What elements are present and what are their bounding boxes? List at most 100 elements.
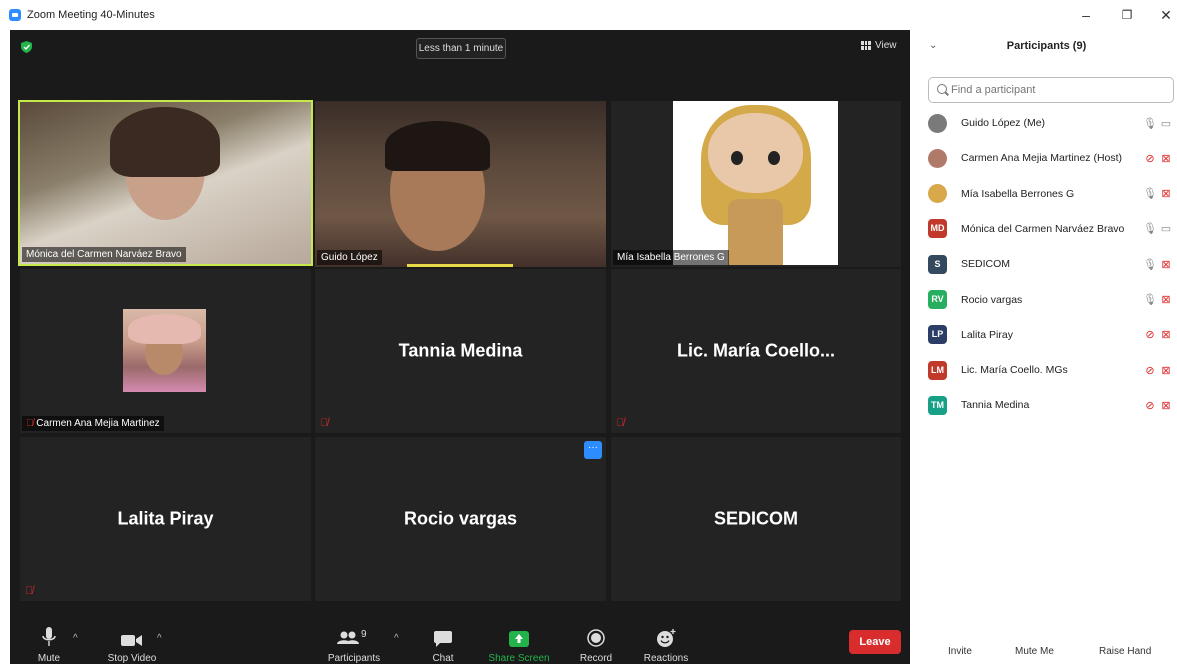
participant-row[interactable]: LM Lic. María Coello. MGs ⊘ ⊠ [928,357,1174,383]
more-options-button[interactable]: ··· [584,441,602,459]
tile-name: Tannia Medina [398,340,523,361]
avatar: RV [928,290,947,309]
avatar: TM [928,395,947,415]
participants-button[interactable]: 9 Participants [323,629,385,664]
avatar: LM [928,360,947,380]
tile-name: SEDICOM [713,508,798,529]
participant-profile-image [123,309,206,392]
microphone-icon[interactable]: 🎙 [1142,222,1158,235]
muted-mic-icon: 🎙̸ [26,418,34,429]
video-off-icon[interactable]: ⊠ [1158,152,1174,165]
video-off-icon[interactable]: ⊠ [1158,293,1174,306]
panel-title: Participants (9) [1006,40,1087,52]
participant-search-input[interactable] [928,77,1174,103]
video-tile[interactable]: Mía Isabella Berrones G [611,101,901,267]
restore-button[interactable]: ❐ [1116,8,1138,22]
zoom-app-icon [9,9,21,21]
search-icon [937,84,947,94]
microphone-icon[interactable]: 🎙 [1142,258,1158,271]
video-tile[interactable]: Lic. María Coello... 🎙̸ [611,269,901,433]
avatar [928,184,947,204]
minimize-button[interactable]: – [1075,8,1097,22]
share-screen-button[interactable]: Share Screen [487,631,551,664]
view-button[interactable]: View [861,40,897,51]
chat-icon [434,631,452,647]
participant-row[interactable]: TM Tannia Medina ⊘ ⊠ [928,392,1174,418]
avatar: MD [928,219,947,239]
audio-options-caret-icon[interactable]: ^ [73,633,78,644]
participants-icon [337,631,359,644]
microphone-icon [42,627,56,646]
muted-mic-icon: 🎙̸ [25,585,34,597]
participant-name: SEDICOM [961,258,1011,271]
participants-count: 9 [361,629,367,640]
meeting-toolbar: Mute ^ Stop Video ^ 9 Participants ^ Cha… [10,614,910,664]
close-button[interactable]: ✕ [1155,8,1177,22]
video-camera-icon [121,635,142,646]
video-tile[interactable]: SEDICOM [611,437,901,601]
leave-button[interactable]: Leave [849,630,901,654]
microphone-icon[interactable]: 🎙 [1142,293,1158,306]
video-off-icon[interactable]: ⊠ [1158,328,1174,341]
participant-profile-image [673,101,838,265]
muted-mic-icon[interactable]: ⊘ [1142,152,1158,165]
video-tile[interactable]: 🎙̸ Carmen Ana Mejia Martinez [20,269,311,433]
video-options-caret-icon[interactable]: ^ [157,633,162,644]
chat-button[interactable]: Chat [426,631,460,664]
video-tile[interactable]: Guido López [315,101,606,267]
muted-mic-icon[interactable]: ⊘ [1142,364,1158,377]
view-label: View [875,40,897,51]
muted-mic-icon[interactable]: ⊘ [1142,399,1158,412]
participant-name: Tannia Medina [961,399,1030,412]
participant-row[interactable]: S SEDICOM 🎙 ⊠ [928,251,1174,277]
security-shield-icon[interactable] [21,41,32,53]
participant-name: Mía Isabella Berrones G [961,187,1075,200]
stop-video-button[interactable]: Stop Video [102,633,162,664]
participant-name: Carmen Ana Mejia Martinez (Host) [961,152,1123,165]
participant-row[interactable]: MD Mónica del Carmen Narváez Bravo 🎙 ▭ [928,216,1174,242]
participant-name: Mónica del Carmen Narváez Bravo [961,222,1125,235]
video-off-icon[interactable]: ⊠ [1158,364,1174,377]
tile-name: Lic. María Coello... [676,340,836,361]
mute-me-button[interactable]: Mute Me [1007,642,1062,662]
emoji-reaction-icon [657,629,676,647]
record-button[interactable]: Record [576,629,616,664]
mute-button[interactable]: Mute [32,627,66,664]
video-off-icon[interactable]: ⊠ [1158,258,1174,271]
invite-button[interactable]: Invite [940,642,980,662]
microphone-icon[interactable]: 🎙 [1142,117,1158,130]
reactions-button[interactable]: Reactions [640,629,692,664]
participant-row[interactable]: RV Rocio vargas 🎙 ⊠ [928,287,1174,313]
participants-options-caret-icon[interactable]: ^ [394,633,399,644]
video-off-icon[interactable]: ⊠ [1158,187,1174,200]
window-title: Zoom Meeting 40-Minutes [27,9,155,21]
raise-hand-button[interactable]: Raise Hand [1091,642,1159,662]
record-icon [587,629,605,647]
avatar [928,148,947,168]
participant-row[interactable]: Carmen Ana Mejia Martinez (Host) ⊘ ⊠ [928,145,1174,171]
share-screen-icon [509,631,529,647]
participants-panel: ⌄ Participants (9) Guido López (Me)🎙▭Car… [916,30,1177,664]
video-camera-icon[interactable]: ▭ [1158,222,1174,235]
meeting-timer: Less than 1 minute [416,38,506,59]
avatar: S [928,254,947,274]
title-bar: Zoom Meeting 40-Minutes – ❐ ✕ [0,0,1177,30]
microphone-icon[interactable]: 🎙 [1142,187,1158,200]
participant-name: Rocio vargas [961,293,1023,306]
tile-name: Rocio vargas [403,508,518,529]
participant-row[interactable]: Mía Isabella Berrones G 🎙 ⊠ [928,181,1174,207]
video-tile[interactable]: Lalita Piray 🎙̸ [20,437,311,601]
video-off-icon[interactable]: ⊠ [1158,399,1174,412]
participant-name: Lalita Piray [961,328,1013,341]
active-speaker-bar [407,264,513,267]
avatar: LP [928,325,947,345]
video-tile[interactable]: ··· Rocio vargas [315,437,606,601]
participant-row[interactable]: Guido López (Me) 🎙 ▭ [928,110,1174,136]
video-tile[interactable]: Tannia Medina 🎙̸ [315,269,606,433]
muted-mic-icon[interactable]: ⊘ [1142,328,1158,341]
participant-name: Lic. María Coello. MGs [961,364,1068,377]
tile-name: Mía Isabella Berrones G [613,250,729,265]
video-tile[interactable]: Mónica del Carmen Narváez Bravo [18,100,313,266]
participant-row[interactable]: LP Lalita Piray ⊘ ⊠ [928,322,1174,348]
video-camera-icon[interactable]: ▭ [1158,117,1174,130]
